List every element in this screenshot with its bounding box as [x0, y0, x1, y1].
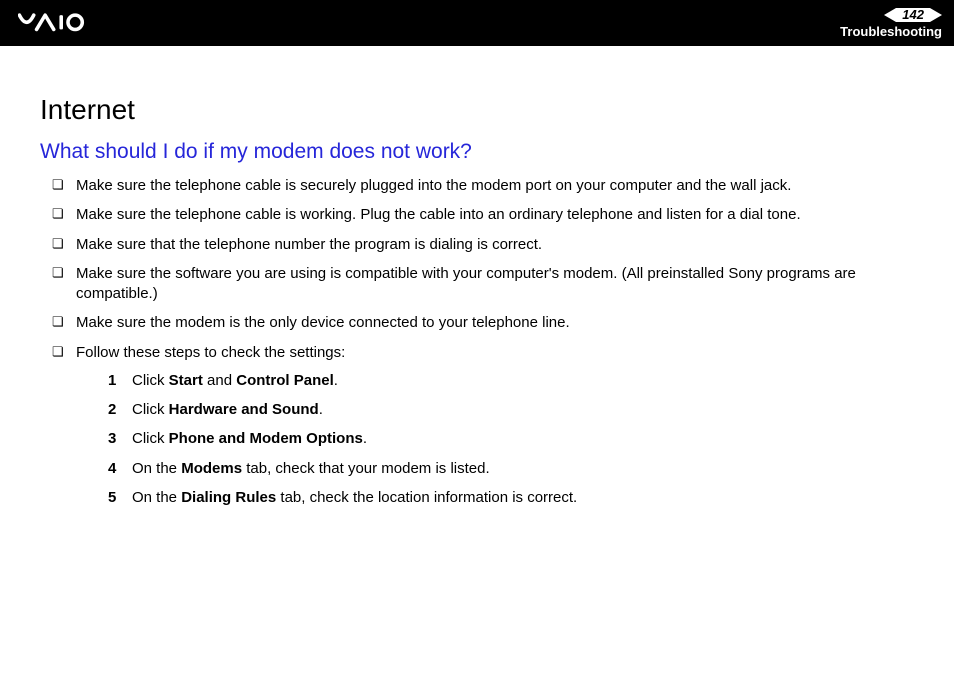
- steps-list: 1Click Start and Control Panel. 2Click H…: [76, 371, 920, 508]
- header-right: 142 Troubleshooting: [840, 8, 942, 39]
- bullet-text: Make sure the telephone cable is securel…: [76, 177, 791, 194]
- step-item: 1Click Start and Control Panel.: [108, 371, 920, 391]
- section-label: Troubleshooting: [840, 24, 942, 39]
- page-number: 142: [896, 8, 930, 22]
- step-number: 1: [108, 371, 116, 391]
- bullet-text: Follow these steps to check the settings…: [76, 344, 345, 361]
- list-item: Make sure the modem is the only device c…: [52, 313, 920, 333]
- page-header: 142 Troubleshooting: [0, 0, 954, 46]
- list-item: Make sure the telephone cable is working…: [52, 205, 920, 225]
- list-item: Make sure the telephone cable is securel…: [52, 176, 920, 196]
- step-number: 2: [108, 400, 116, 420]
- next-page-icon[interactable]: [930, 8, 942, 22]
- page-nav: 142: [884, 8, 942, 22]
- bullet-text: Make sure the telephone cable is working…: [76, 206, 801, 223]
- list-item: Make sure the software you are using is …: [52, 264, 920, 305]
- page-content: Internet What should I do if my modem do…: [0, 46, 954, 508]
- vaio-logo: [18, 12, 118, 34]
- step-number: 4: [108, 459, 116, 479]
- step-number: 5: [108, 488, 116, 508]
- step-number: 3: [108, 429, 116, 449]
- prev-page-icon[interactable]: [884, 8, 896, 22]
- bullet-text: Make sure the software you are using is …: [76, 265, 856, 302]
- list-item: Follow these steps to check the settings…: [52, 343, 920, 509]
- question-heading: What should I do if my modem does not wo…: [40, 140, 920, 164]
- step-item: 2Click Hardware and Sound.: [108, 400, 920, 420]
- step-item: 5On the Dialing Rules tab, check the loc…: [108, 488, 920, 508]
- step-item: 4On the Modems tab, check that your mode…: [108, 459, 920, 479]
- step-item: 3Click Phone and Modem Options.: [108, 429, 920, 449]
- list-item: Make sure that the telephone number the …: [52, 235, 920, 255]
- bullet-text: Make sure that the telephone number the …: [76, 236, 542, 253]
- bullet-text: Make sure the modem is the only device c…: [76, 314, 570, 331]
- bullet-list: Make sure the telephone cable is securel…: [40, 176, 920, 508]
- page-title: Internet: [40, 94, 920, 126]
